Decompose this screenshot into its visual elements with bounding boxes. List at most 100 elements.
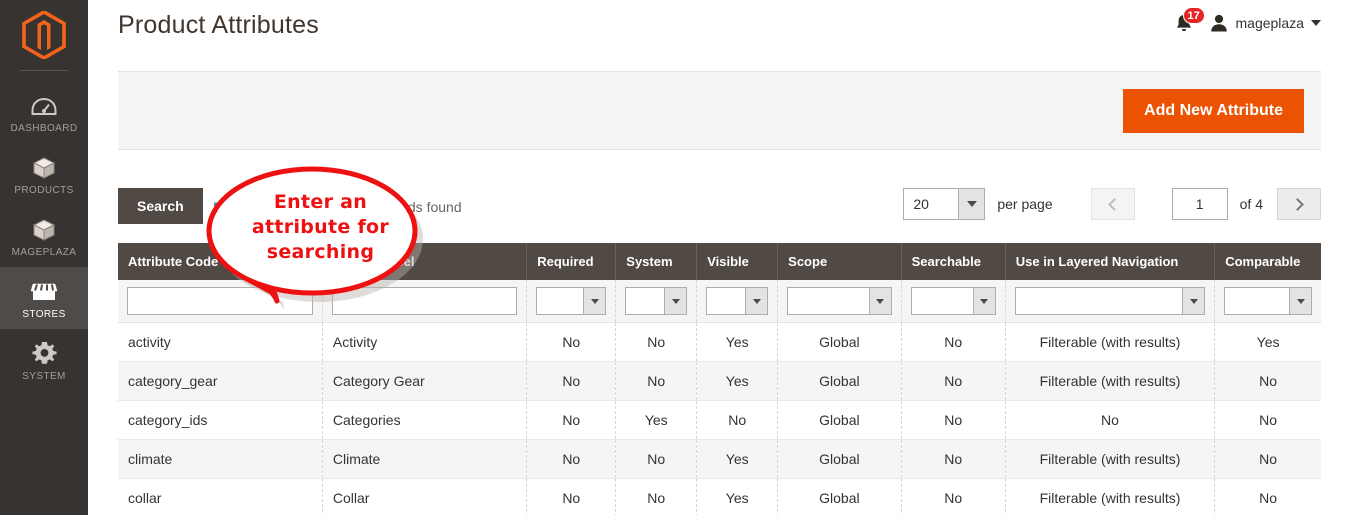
previous-page-button[interactable] [1090,188,1135,220]
grid-filter-row [118,280,1321,323]
product-attributes-grid: Attribute Code Default Label Required Syste… [118,243,1321,515]
chevron-left-icon [1107,197,1121,211]
cell-system: No [615,361,697,401]
per-page-select[interactable]: 20 [903,188,986,220]
grid-filter-cell [321,280,527,323]
next-page-button[interactable] [1277,188,1321,220]
filter-select-value [537,288,583,314]
cell-attribute-code: category_gear [118,361,323,401]
cell-scope: Global [777,361,902,401]
chevron-down-icon [958,189,985,219]
filter-select-scope[interactable] [787,287,892,315]
cell-default-label: Category Gear [321,361,527,401]
box-icon [32,216,56,242]
cell-comparable: No [1214,400,1321,440]
grid-column-header[interactable]: Required [526,243,616,280]
grid-column-header[interactable]: Scope [777,243,902,280]
add-new-attribute-button[interactable]: Add New Attribute [1123,89,1304,133]
notifications-button[interactable]: 17 [1173,7,1205,34]
grid-head: Attribute Code Default Label Required Syste… [118,243,1321,323]
grid-filter-cell [1214,280,1321,323]
search-button[interactable]: Search [118,188,203,224]
grid-filter-cell [615,280,697,323]
sidebar-divider [20,70,68,71]
grid-column-header[interactable]: Visible [696,243,778,280]
cell-attribute-code: climate [118,439,323,479]
cell-layered: No [1004,400,1215,440]
dashboard-gauge-icon [31,92,57,118]
chevron-down-icon [583,288,606,314]
filter-input-attribute-code[interactable] [127,287,313,315]
filter-select-value [707,288,745,314]
cell-comparable: Yes [1214,322,1321,362]
chevron-down-icon [664,288,687,314]
cell-visible: Yes [696,361,778,401]
chevron-down-icon [745,288,768,314]
per-page-label: per page [997,196,1053,212]
filter-select-value [1016,288,1182,314]
sidebar-item-mageplaza[interactable]: MAGEPLAZA [0,205,88,267]
grid-filter-cell [1004,280,1215,323]
grid-column-header[interactable]: Attribute Code [118,243,323,280]
cell-required: No [526,322,616,362]
filter-select-searchable[interactable] [910,287,996,315]
grid-toolbar: Search Reset Filter records found 20 per… [118,188,1321,234]
cell-comparable: No [1214,439,1321,479]
cell-default-label: Categories [321,400,527,440]
sidebar-item-system[interactable]: SYSTEM [0,329,88,391]
box-icon [32,154,56,180]
grid-column-header[interactable]: Default Label [321,243,527,280]
sidebar-item-label: STORES [22,309,66,320]
user-name-label: mageplaza [1235,15,1305,31]
gear-icon [31,340,57,366]
cell-layered: Filterable (with results) [1004,439,1215,479]
filter-select-comparable[interactable] [1224,287,1312,315]
table-row[interactable]: climate Climate No No Yes Global No Filterable … [118,439,1321,479]
magento-logo[interactable] [0,0,88,70]
filter-select-system[interactable] [625,287,688,315]
cell-layered: Filterable (with results) [1004,478,1215,515]
grid-column-header[interactable]: Searchable [900,243,1006,280]
cell-visible: Yes [696,478,778,515]
total-pages-label: of 4 [1239,196,1263,212]
cell-required: No [526,439,616,479]
table-row[interactable]: category_gear Category Gear No No Yes Global N… [118,361,1321,401]
records-found-label: records found [376,199,462,215]
filter-select-required[interactable] [536,287,607,315]
current-page-input[interactable] [1171,188,1228,220]
grid-column-header[interactable]: Use in Layered Navigation [1004,243,1215,280]
page-actions-panel: Add New Attribute [118,71,1321,150]
grid-filter-cell [696,280,778,323]
sidebar-item-dashboard[interactable]: DASHBOARD [0,81,88,143]
cell-system: Yes [615,400,697,440]
cell-searchable: No [900,322,1006,362]
filter-input-default-label[interactable] [331,287,518,315]
cell-required: No [526,361,616,401]
filter-select-use-in-layered-navigation[interactable] [1014,287,1206,315]
cell-system: No [615,322,697,362]
cell-scope: Global [777,478,902,515]
grid-column-header[interactable]: System [615,243,697,280]
table-row[interactable]: category_ids Categories No Yes No Global No No N… [118,400,1321,440]
cell-scope: Global [777,439,902,479]
cell-visible: Yes [696,439,778,479]
grid-column-header[interactable]: Comparable [1214,243,1321,280]
filter-select-visible[interactable] [706,287,769,315]
grid-filter-cell [526,280,616,323]
table-row[interactable]: activity Activity No No Yes Global No Filterabl… [118,322,1321,362]
chevron-down-icon [972,288,995,314]
sidebar-item-stores[interactable]: STORES [0,267,88,329]
table-row[interactable]: collar Collar No No Yes Global No Filterable (w… [118,478,1321,515]
cell-searchable: No [900,439,1006,479]
chevron-down-icon [1289,288,1311,314]
cell-default-label: Climate [321,439,527,479]
cell-layered: Filterable (with results) [1004,322,1215,362]
grid-filter-cell [118,280,323,323]
cell-default-label: Collar [321,478,527,515]
user-menu[interactable]: mageplaza [1209,13,1321,33]
cell-searchable: No [900,478,1006,515]
reset-filter-link[interactable]: Reset Filter [213,199,285,215]
admin-page: DASHBOARD PRODUCTS MAGEPLAZA STORES SYST… [0,0,1349,515]
sidebar-item-products[interactable]: PRODUCTS [0,143,88,205]
chevron-down-icon [1311,20,1321,26]
